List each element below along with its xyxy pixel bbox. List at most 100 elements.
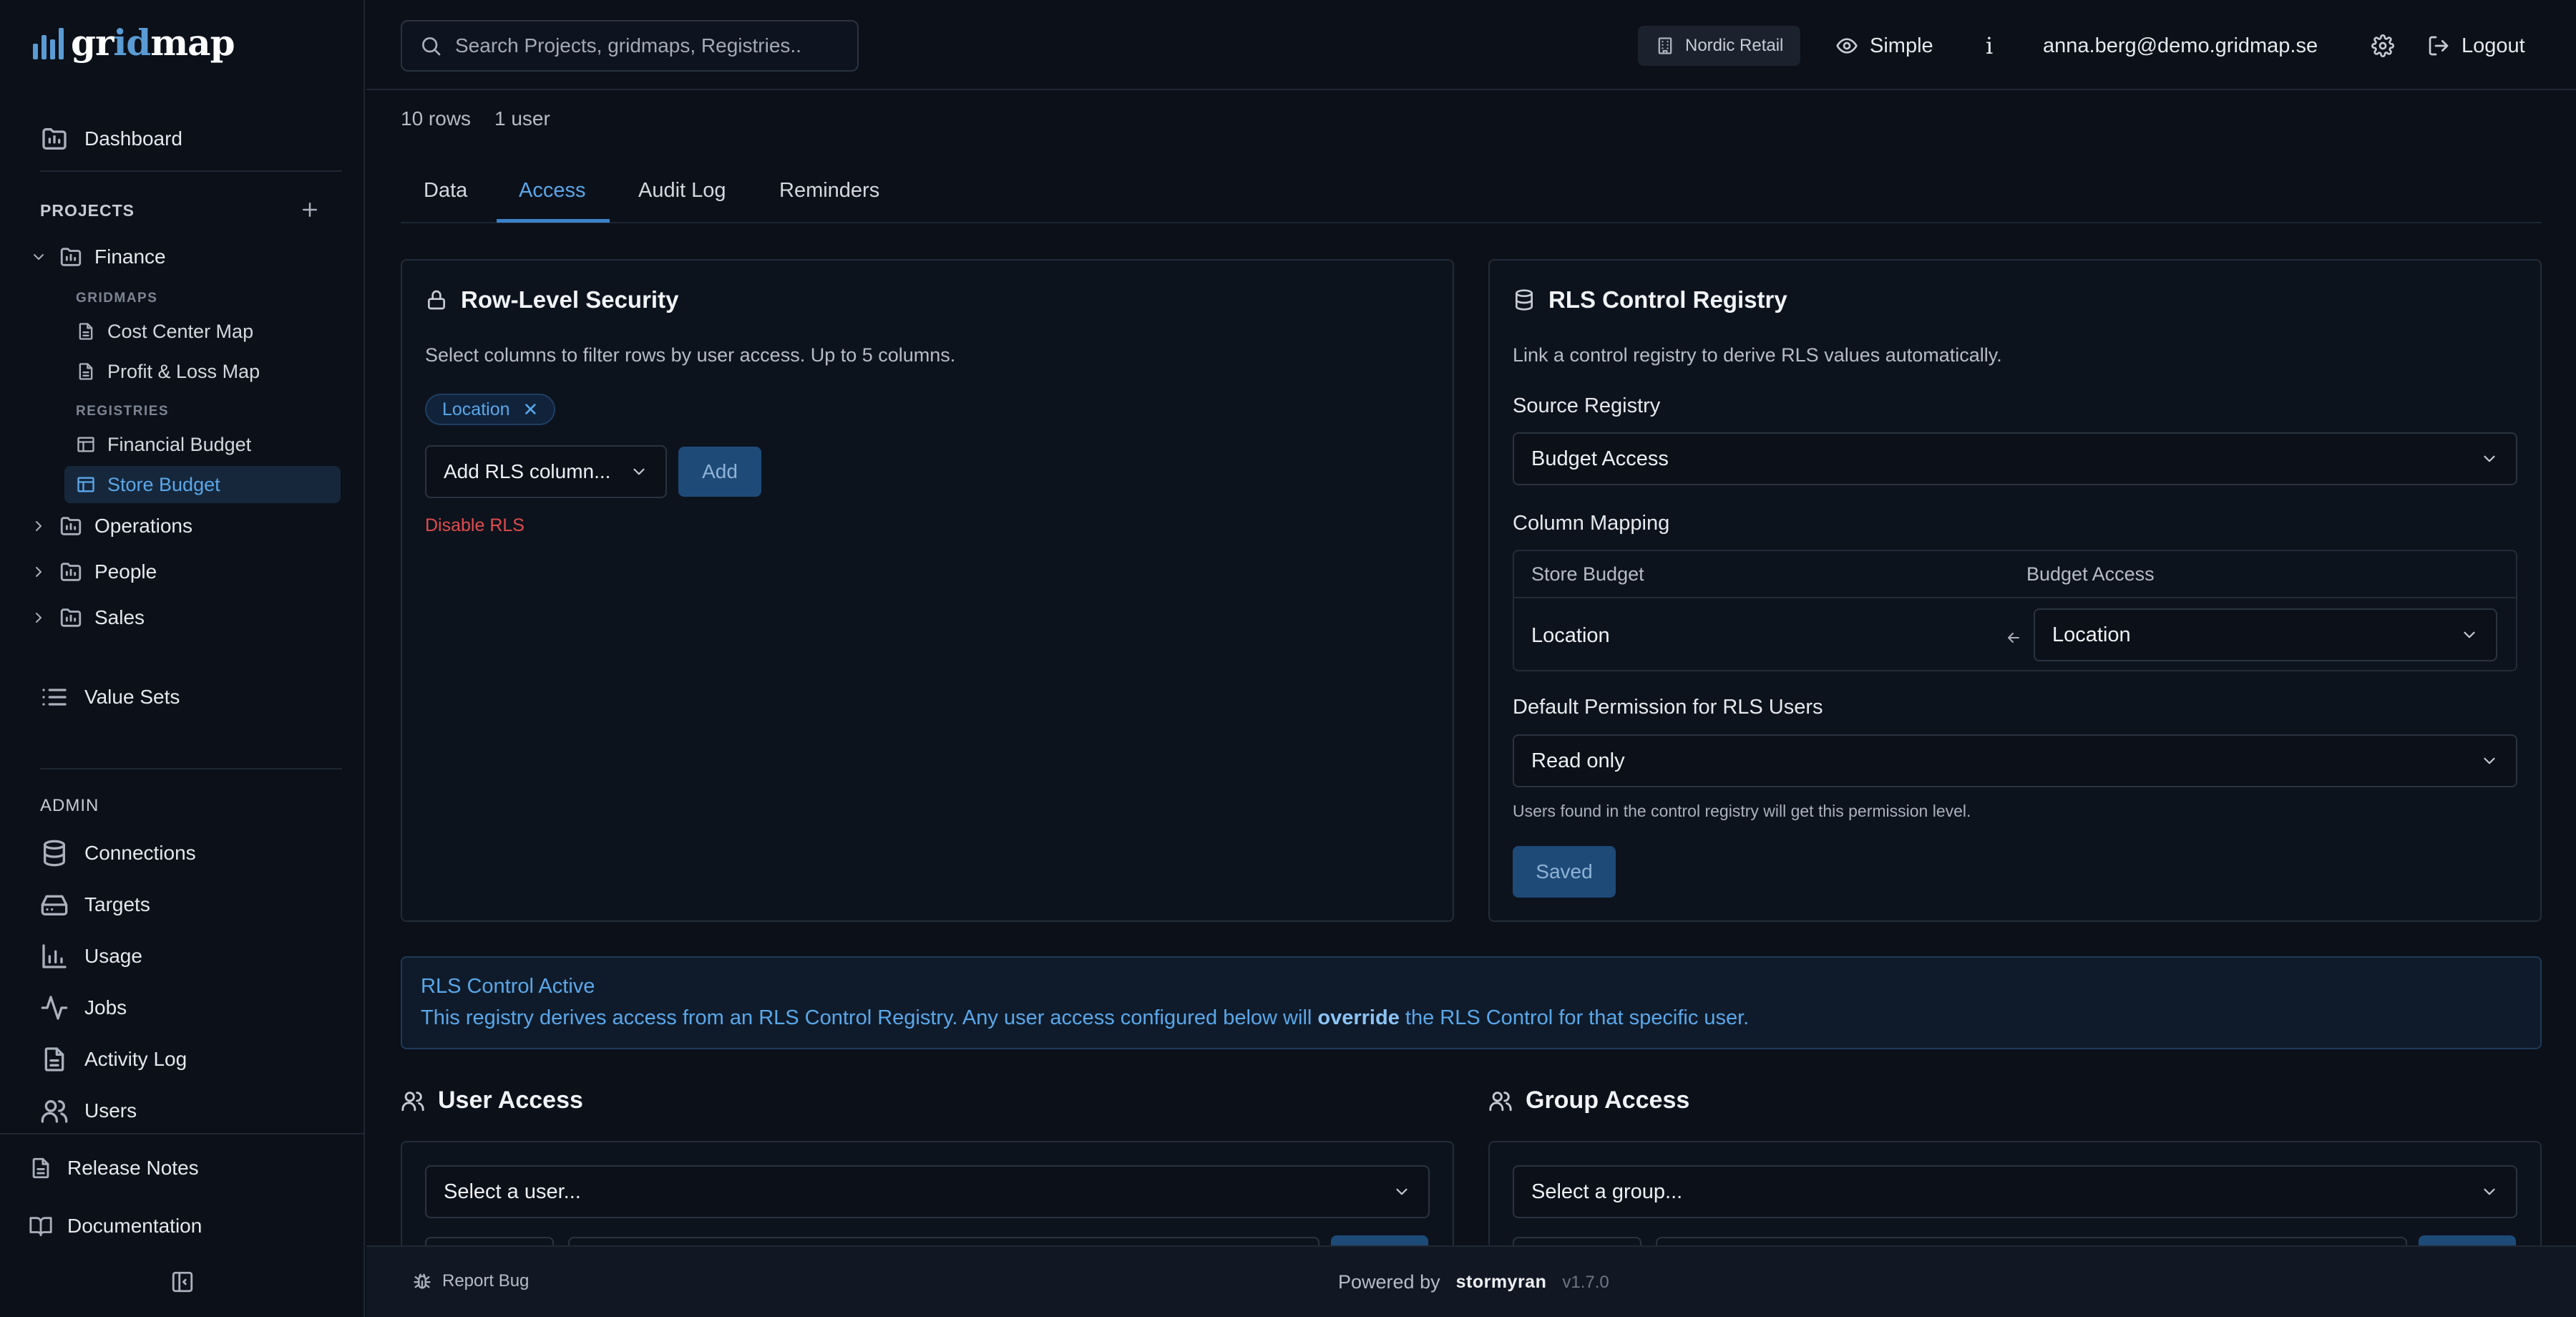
nav-documentation[interactable]: Documentation (29, 1214, 202, 1238)
search-input[interactable] (455, 34, 856, 57)
logo-bars-icon (33, 26, 64, 59)
document-icon (79, 363, 93, 380)
logo-text: gridmap (71, 21, 235, 64)
saved-button[interactable]: Saved (1513, 846, 1616, 898)
org-badge[interactable]: Nordic Retail (1638, 26, 1801, 66)
list-icon (42, 689, 67, 706)
group-permission-select-partial[interactable] (1513, 1237, 1641, 1245)
remove-chip-icon[interactable]: ✕ (523, 399, 539, 421)
alert-title: RLS Control Active (421, 975, 595, 998)
gridmap-item[interactable]: Cost Center Map (64, 313, 341, 350)
users-icon (1489, 1091, 1512, 1111)
registry-card-title: RLS Control Registry (1513, 286, 1787, 314)
arrow-left-icon (2008, 633, 2019, 643)
mapping-row-source-column: Location (1531, 624, 1610, 647)
chevron-down-icon (34, 254, 44, 260)
nav-jobs[interactable]: Jobs (40, 993, 127, 1022)
user-permission-select-partial[interactable] (425, 1237, 554, 1245)
nav-connections[interactable]: Connections (40, 839, 196, 868)
gear-icon (2371, 34, 2394, 57)
nav-usage[interactable]: Usage (40, 942, 142, 971)
info-button[interactable]: i (1986, 26, 1993, 66)
sidebar-divider (40, 170, 342, 172)
chevron-right-icon (36, 521, 42, 531)
mapping-header-left: Store Budget (1531, 563, 1644, 585)
view-mode-toggle[interactable]: Simple (1835, 26, 1933, 66)
chevron-down-icon (2484, 455, 2495, 462)
project-operations[interactable]: Operations (30, 514, 192, 538)
folder-icon (60, 517, 82, 535)
report-bug-link[interactable]: Report Bug (412, 1271, 529, 1291)
user-access-title: User Access (401, 1087, 583, 1114)
nav-users[interactable]: Users (40, 1097, 137, 1125)
admin-heading: ADMIN (40, 796, 99, 815)
nav-release-notes[interactable]: Release Notes (29, 1156, 199, 1180)
book-open-icon (29, 1217, 52, 1237)
tab-access[interactable]: Access (519, 179, 585, 203)
gridmap-item[interactable]: Profit & Loss Map (64, 353, 341, 390)
sidebar-divider (40, 768, 342, 769)
table-icon (77, 437, 94, 452)
project-finance[interactable]: Finance (30, 245, 166, 269)
row-count: 10 rows (401, 107, 472, 130)
registry-item[interactable]: Financial Budget (64, 426, 341, 463)
user-email[interactable]: anna.berg@demo.gridmap.se (2043, 26, 2318, 66)
project-people[interactable]: People (30, 560, 157, 584)
default-permission-select[interactable]: Read only (1513, 734, 2517, 787)
users-icon (401, 1091, 424, 1111)
default-permission-label: Default Permission for RLS Users (1513, 696, 1823, 719)
brand-logo[interactable]: stormyran (1456, 1272, 1547, 1293)
file-text-icon (32, 1157, 49, 1179)
source-registry-select[interactable]: Budget Access (1513, 432, 2517, 485)
disable-rls-link[interactable]: Disable RLS (425, 515, 525, 536)
user-add-button-partial[interactable] (1331, 1235, 1428, 1245)
registry-item-active[interactable]: Store Budget (64, 466, 341, 503)
user-input-partial[interactable] (568, 1237, 1319, 1245)
alert-text: This registry derives access from an RLS… (421, 1006, 1750, 1029)
add-project-button[interactable] (299, 199, 321, 220)
projects-heading: PROJECTS (40, 201, 135, 220)
logout-button[interactable]: Logout (2427, 26, 2525, 66)
group-input-partial[interactable] (1656, 1237, 2407, 1245)
user-count: 1 user (494, 107, 550, 130)
collapse-sidebar-button[interactable] (170, 1270, 195, 1294)
chevron-down-icon (1396, 1188, 1407, 1195)
nav-value-sets[interactable]: Value Sets (40, 683, 180, 711)
nav-targets[interactable]: Targets (40, 890, 150, 919)
mapping-target-select[interactable]: Location (2034, 608, 2497, 661)
lock-icon (428, 290, 445, 310)
select-group-dropdown[interactable]: Select a group... (1513, 1165, 2517, 1218)
sidebar: gridmap Dashboard PROJECTS Finance GRIDM… (0, 0, 365, 1317)
tab-reminders[interactable]: Reminders (779, 179, 879, 203)
add-rls-column-select[interactable]: Add RLS column... (425, 445, 667, 498)
info-icon: i (1986, 32, 1994, 59)
group-access-title: Group Access (1488, 1087, 1689, 1114)
mapping-header-row (1514, 551, 2516, 598)
rls-column-chip: Location ✕ (425, 394, 556, 425)
rls-description: Select columns to filter rows by user ac… (425, 344, 956, 366)
search-box[interactable] (401, 20, 859, 72)
powered-by: Powered by stormyran v1.7.0 (1338, 1271, 1609, 1293)
chevron-down-icon (2484, 757, 2495, 764)
top-header: Nordic Retail Simple i anna.berg@demo.gr… (366, 0, 2576, 90)
select-user-dropdown[interactable]: Select a user... (425, 1165, 1430, 1218)
tab-data[interactable]: Data (424, 179, 467, 203)
group-add-button-partial[interactable] (2419, 1235, 2516, 1245)
plus-icon (303, 203, 317, 217)
settings-button[interactable] (2371, 26, 2394, 66)
add-rls-column-button[interactable]: Add (678, 447, 761, 497)
bar-chart-icon (42, 944, 67, 968)
users-icon (41, 1100, 68, 1123)
project-sales[interactable]: Sales (30, 606, 145, 630)
tab-audit-log[interactable]: Audit Log (638, 179, 726, 203)
app-logo[interactable]: gridmap (33, 21, 235, 64)
nav-activity-log[interactable]: Activity Log (40, 1045, 187, 1074)
nav-dashboard[interactable]: Dashboard (40, 125, 182, 153)
nav-dashboard-label: Dashboard (84, 127, 182, 150)
chip-label: Location (442, 399, 510, 419)
document-icon (79, 323, 93, 340)
table-icon (77, 477, 94, 492)
folder-icon (60, 248, 82, 266)
folder-icon (60, 563, 82, 581)
project-name: Finance (94, 246, 166, 268)
